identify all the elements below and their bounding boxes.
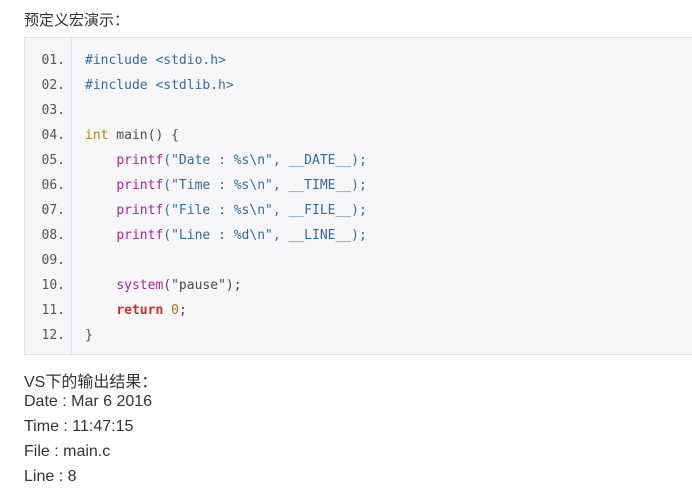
code-text: } bbox=[85, 323, 93, 348]
code-text: printf("File : %s\n", __FILE__); bbox=[85, 198, 367, 223]
code-line: 01. #include <stdio.h> bbox=[25, 48, 692, 73]
code-text: printf("Date : %s\n", __DATE__); bbox=[85, 148, 367, 173]
code-text: return 0; bbox=[85, 298, 187, 323]
code-text: #include <stdio.h> bbox=[85, 48, 226, 73]
code-token: main() { bbox=[108, 128, 179, 143]
code-token: int bbox=[85, 128, 109, 143]
output-line: Time : 11:47:15 bbox=[24, 418, 134, 435]
output-heading: VS下的输出结果： bbox=[24, 374, 158, 391]
code-line: 06. printf("Time : %s\n", __TIME__); bbox=[25, 173, 692, 198]
code-token: ("pause"); bbox=[163, 278, 242, 293]
code-text: printf("Line : %d\n", __LINE__); bbox=[85, 223, 367, 248]
code-token: #include <stdlib.h> bbox=[85, 78, 234, 93]
line-number: 02. bbox=[41, 78, 65, 93]
line-number: 07. bbox=[41, 203, 65, 218]
line-number: 08. bbox=[41, 228, 65, 243]
output-line: Date : Mar 6 2016 bbox=[24, 393, 153, 410]
code-token: printf bbox=[116, 203, 164, 218]
line-number: 01. bbox=[41, 53, 65, 68]
line-number: 12. bbox=[41, 328, 65, 343]
output-line: Line : 8 bbox=[24, 468, 77, 485]
line-number: 03. bbox=[41, 103, 65, 118]
code-token: ("Line : %d\n", __LINE__); bbox=[163, 228, 367, 243]
code-text: #include <stdlib.h> bbox=[85, 73, 234, 98]
code-text: int main() { bbox=[85, 123, 179, 148]
code-token: ("File : %s\n", __FILE__); bbox=[163, 203, 367, 218]
code-text: system("pause"); bbox=[85, 273, 242, 298]
code-token: return bbox=[116, 303, 164, 318]
line-number: 06. bbox=[41, 178, 65, 193]
line-number: 11. bbox=[41, 303, 65, 318]
code-token: 0 bbox=[171, 303, 179, 318]
code-token: #include <stdio.h> bbox=[85, 53, 226, 68]
line-number: 05. bbox=[41, 153, 65, 168]
line-number: 09. bbox=[41, 253, 65, 268]
section-heading: 预定义宏演示： bbox=[24, 11, 130, 29]
line-number: 10. bbox=[41, 278, 65, 293]
code-line: 07. printf("File : %s\n", __FILE__); bbox=[25, 198, 692, 223]
code-token: printf bbox=[116, 228, 164, 243]
code-line: 03. bbox=[25, 98, 692, 123]
code-token: system bbox=[116, 278, 164, 293]
code-block: 01. #include <stdio.h> 02. #include <stdlib… bbox=[24, 37, 692, 355]
code-line: 09. bbox=[25, 248, 692, 273]
code-token: ("Time : %s\n", __TIME__); bbox=[163, 178, 367, 193]
code-line: 10. system("pause"); bbox=[25, 273, 692, 298]
code-token: printf bbox=[116, 153, 164, 168]
code-token: } bbox=[85, 328, 93, 343]
code-line: 12.} bbox=[25, 323, 692, 348]
code-token: ("Date : %s\n", __DATE__); bbox=[163, 153, 367, 168]
code-token: printf bbox=[116, 178, 164, 193]
output-line: File : main.c bbox=[24, 443, 111, 460]
code-line: 08. printf("Line : %d\n", __LINE__); bbox=[25, 223, 692, 248]
code-line: 05. printf("Date : %s\n", __DATE__); bbox=[25, 148, 692, 173]
line-number: 04. bbox=[41, 128, 65, 143]
code-text: printf("Time : %s\n", __TIME__); bbox=[85, 173, 367, 198]
code-line: 02. #include <stdlib.h> bbox=[25, 73, 692, 98]
code-line: 11. return 0; bbox=[25, 298, 692, 323]
code-token: ; bbox=[178, 303, 187, 318]
code-line: 04. int main() { bbox=[25, 123, 692, 148]
